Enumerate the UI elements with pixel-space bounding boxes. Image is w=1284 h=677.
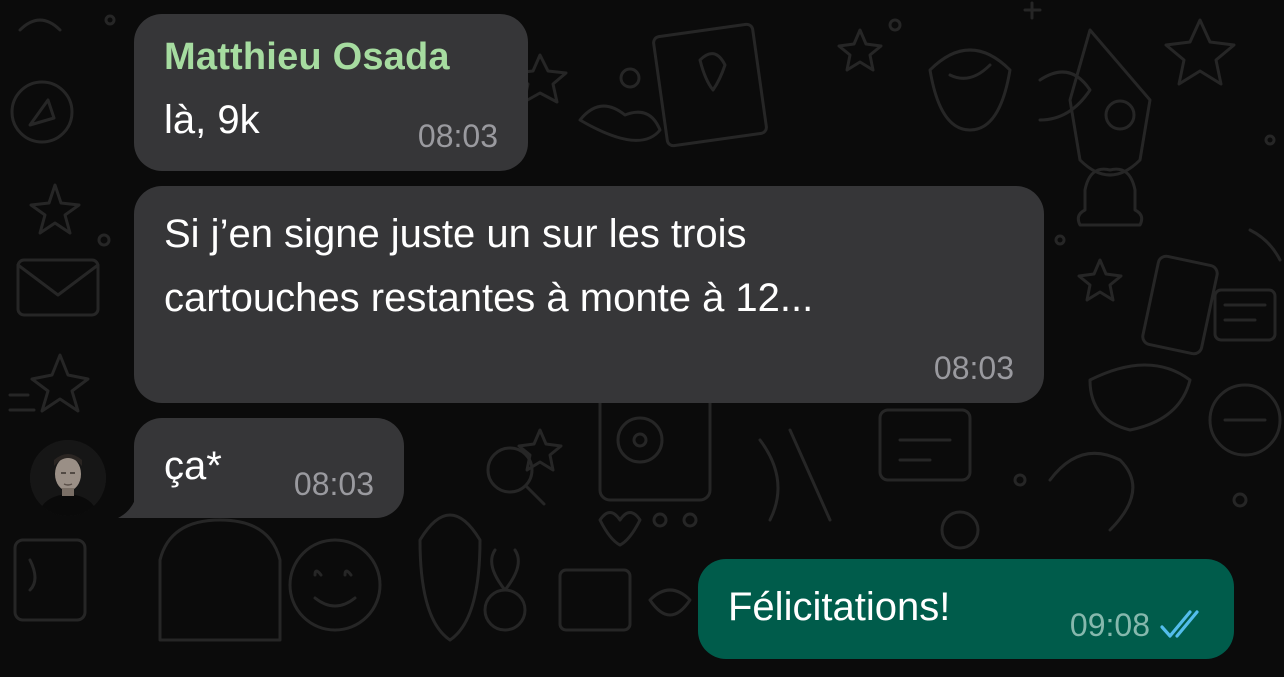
double-check-read-icon (1160, 610, 1199, 638)
message-text: Félicitations! (728, 585, 951, 629)
message-bubble-incoming[interactable]: Si j’en signe juste un sur les trois car… (134, 186, 1044, 403)
message-bubble-incoming[interactable]: ça* 08:03 (134, 418, 404, 518)
message-text: là, 9k (164, 98, 260, 142)
message-bubble-incoming[interactable]: Matthieu Osada là, 9k 08:03 (134, 14, 528, 171)
avatar-photo-icon (30, 440, 106, 516)
message-text-line: cartouches restantes à monte à 12... (164, 276, 814, 320)
message-time: 08:03 (417, 118, 498, 154)
contact-avatar[interactable] (30, 440, 106, 516)
message-time: 08:03 (933, 350, 1014, 386)
message-time: 09:08 (1069, 607, 1150, 643)
message-bubble-outgoing[interactable]: Félicitations! 09:08 (698, 559, 1234, 659)
message-text: ça* (164, 444, 222, 488)
sender-name[interactable]: Matthieu Osada (164, 36, 450, 79)
message-time: 08:03 (293, 466, 374, 502)
chat-view: Matthieu Osada là, 9k 08:03 Si j’en sign… (0, 0, 1284, 677)
message-text-line: Si j’en signe juste un sur les trois (164, 212, 747, 256)
